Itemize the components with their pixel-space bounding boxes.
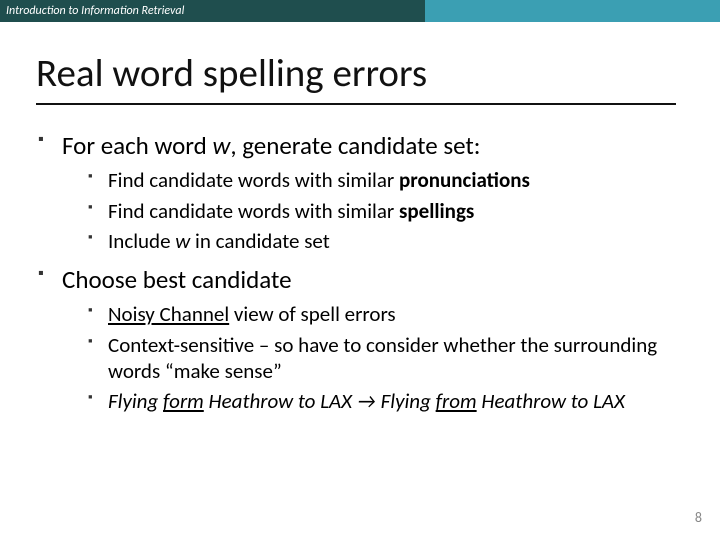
text: Heathrow to LAX: [204, 388, 357, 414]
var-w: w: [212, 130, 230, 161]
text: Flying: [376, 388, 436, 414]
text: view of spell errors: [229, 301, 395, 327]
bullet-2c: Flying form Heathrow to LAX → Flying fro…: [62, 388, 684, 414]
slide-title: Real word spelling errors: [36, 50, 676, 105]
noisy-channel: Noisy Channel: [108, 301, 229, 327]
header-band-right: [425, 0, 720, 22]
text: Heathrow to LAX: [477, 388, 625, 414]
slide: Introduction to Information Retrieval Re…: [0, 0, 720, 540]
bullet-1c: Include w in candidate set: [62, 228, 684, 254]
course-title: Introduction to Information Retrieval: [6, 4, 184, 18]
word-from: from: [436, 388, 477, 414]
text: Include: [108, 228, 175, 254]
bullet-1: For each word w, generate candidate set:…: [36, 130, 684, 254]
bullet-2b: Context-sensitive – so have to consider …: [62, 332, 684, 385]
em-spellings: spellings: [399, 198, 474, 224]
page-number: 8: [695, 509, 702, 526]
text: For each word: [62, 130, 212, 161]
text: Flying: [108, 388, 163, 414]
header-band-left: Introduction to Information Retrieval: [0, 0, 425, 22]
word-form: form: [163, 388, 204, 414]
bullet-1b: Find candidate words with similar spelli…: [62, 198, 684, 224]
text: , generate candidate set:: [230, 130, 480, 161]
var-w: w: [175, 228, 190, 254]
bullet-2: Choose best candidate Noisy Channel view…: [36, 264, 684, 414]
slide-content: For each word w, generate candidate set:…: [36, 130, 684, 424]
bullet-2a: Noisy Channel view of spell errors: [62, 301, 684, 327]
text: Choose best candidate: [62, 264, 292, 295]
header-band: Introduction to Information Retrieval: [0, 0, 720, 22]
text: in candidate set: [190, 228, 329, 254]
text: Find candidate words with similar: [108, 198, 399, 224]
text: Find candidate words with similar: [108, 167, 399, 193]
arrow-icon: →: [357, 388, 376, 414]
bullet-1a: Find candidate words with similar pronun…: [62, 167, 684, 193]
em-pronunciations: pronunciations: [399, 167, 530, 193]
text: Context-sensitive – so have to consider …: [108, 332, 657, 384]
